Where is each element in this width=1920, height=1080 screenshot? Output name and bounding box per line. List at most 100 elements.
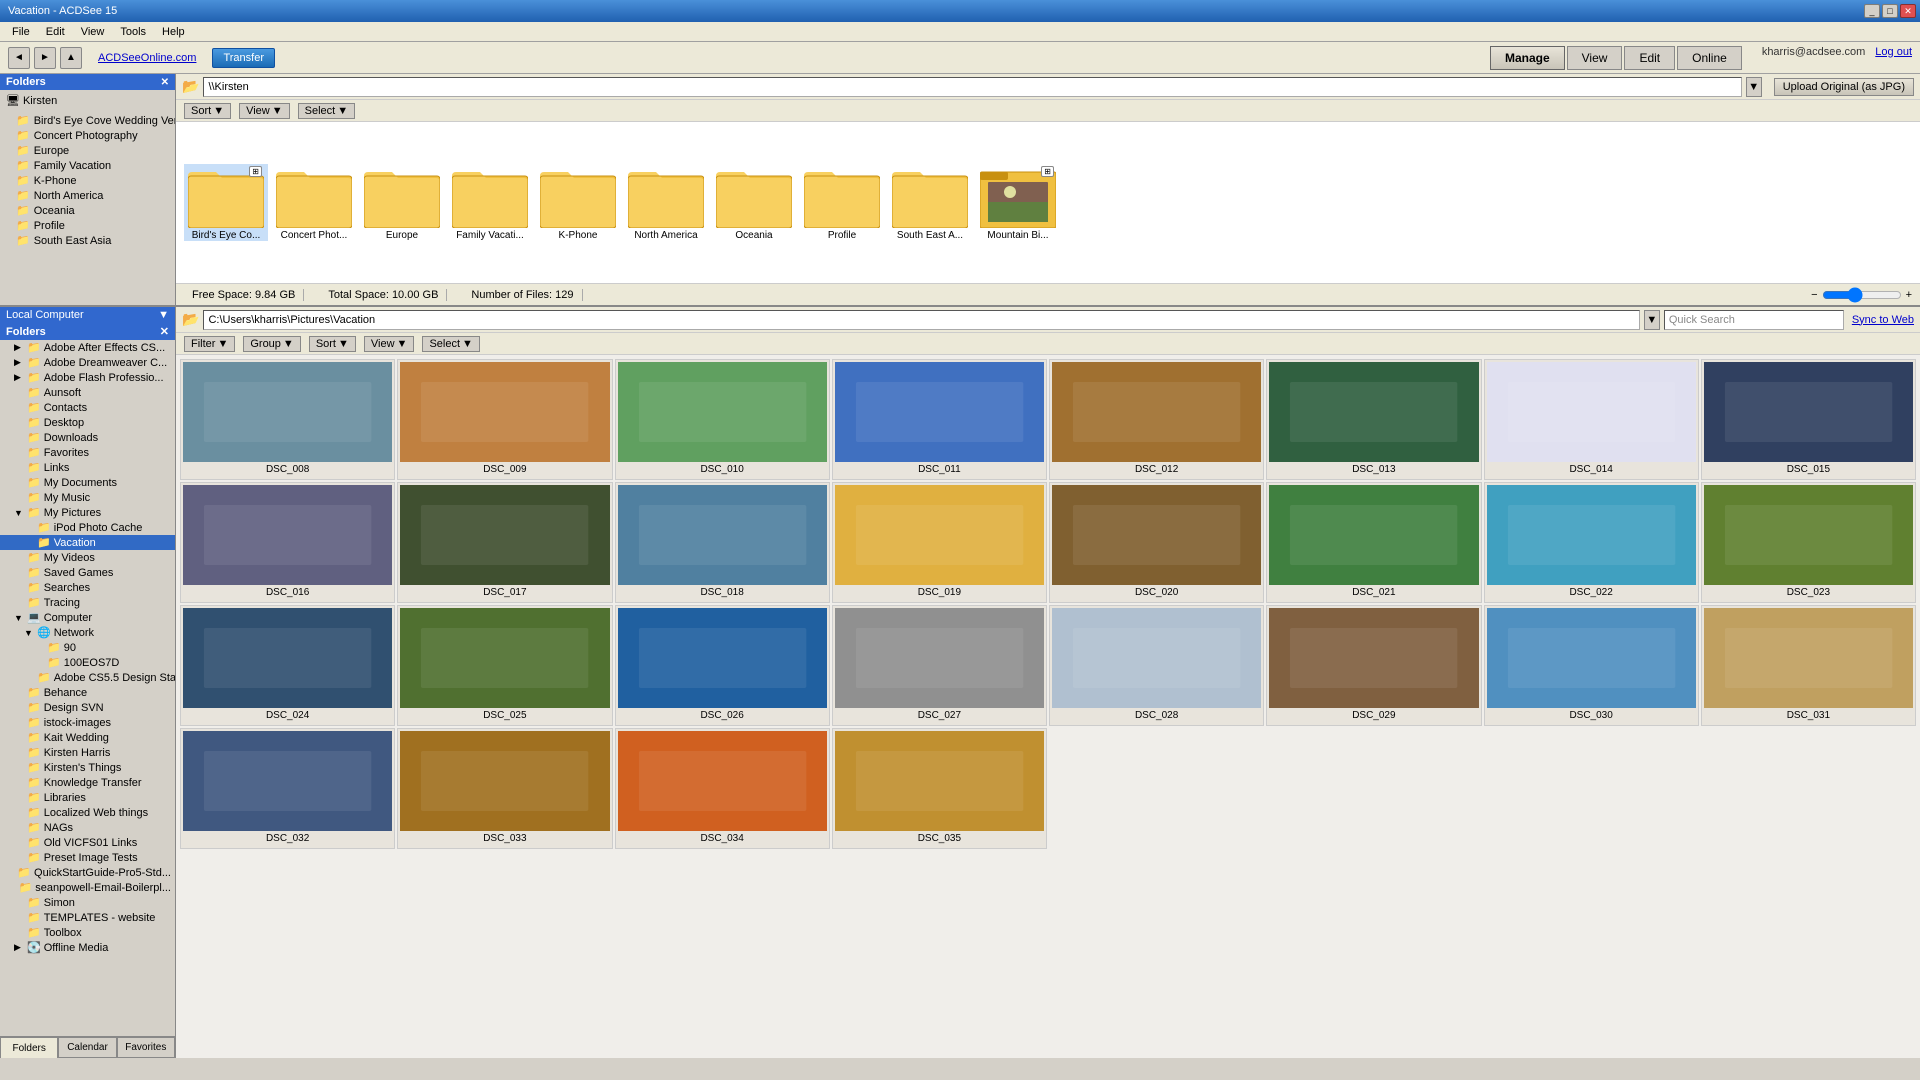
lower-tree-favorites[interactable]: 📁Favorites: [0, 445, 175, 460]
lower-tree-kristenthings[interactable]: 📁Kirsten's Things: [0, 760, 175, 775]
upper-tree-europe[interactable]: 📁Europe: [0, 143, 175, 158]
tab-calendar[interactable]: Calendar: [58, 1037, 116, 1058]
view-mode-button[interactable]: View: [1567, 46, 1623, 70]
lower-tree-computer[interactable]: ▼💻Computer: [0, 610, 175, 625]
photo-cell[interactable]: ⊞ DSC_034: [615, 728, 830, 849]
upper-folder-item[interactable]: ⊞ Bird's Eye Co...: [184, 164, 268, 241]
lower-tree-90[interactable]: 📁90: [0, 640, 175, 655]
photo-cell[interactable]: ⊞ DSC_030: [1484, 605, 1699, 726]
lower-view-button[interactable]: View▼: [364, 336, 415, 352]
lower-select-button[interactable]: Select▼: [422, 336, 479, 352]
photo-cell[interactable]: ● ⊞ DSC_019: [832, 482, 1047, 603]
photo-cell[interactable]: ⊞ DSC_021: [1266, 482, 1481, 603]
lower-tree-links[interactable]: 📁Links: [0, 460, 175, 475]
acdsee-online-link[interactable]: ACDSeeOnline.com: [98, 52, 196, 64]
lower-tree-mydocs[interactable]: 📁My Documents: [0, 475, 175, 490]
upper-tree-concert[interactable]: 📁Concert Photography: [0, 128, 175, 143]
photo-cell[interactable]: ⊞ DSC_031: [1701, 605, 1916, 726]
lower-tree-aftereffects[interactable]: ▶📁Adobe After Effects CS...: [0, 340, 175, 355]
lower-tree-adobecs5[interactable]: 📁Adobe CS5.5 Design Stan...: [0, 670, 175, 685]
upper-path-text[interactable]: \\Kirsten: [203, 77, 1741, 97]
lower-tree-localized[interactable]: 📁Localized Web things: [0, 805, 175, 820]
menu-tools[interactable]: Tools: [112, 24, 154, 40]
lower-tree-behance[interactable]: 📁Behance: [0, 685, 175, 700]
upper-sort-button[interactable]: Sort▼: [184, 103, 231, 119]
upper-folder-item[interactable]: Europe: [360, 164, 444, 241]
local-computer-dropdown[interactable]: ▼: [158, 309, 169, 321]
lower-tree-flash[interactable]: ▶📁Adobe Flash Professio...: [0, 370, 175, 385]
maximize-button[interactable]: □: [1882, 4, 1898, 18]
lower-tree-mymusic[interactable]: 📁My Music: [0, 490, 175, 505]
lower-tree-kristenharris[interactable]: 📁Kirsten Harris: [0, 745, 175, 760]
zoom-plus[interactable]: +: [1906, 289, 1912, 301]
photo-cell[interactable]: ⊞ DSC_020: [1049, 482, 1264, 603]
photo-cell[interactable]: ● DSC_011: [832, 359, 1047, 480]
photo-cell[interactable]: ⊞ DSC_017: [397, 482, 612, 603]
filter-button[interactable]: Filter▼: [184, 336, 235, 352]
upper-tree-northamerica[interactable]: 📁North America: [0, 188, 175, 203]
zoom-minus[interactable]: −: [1811, 289, 1817, 301]
lower-path-text[interactable]: C:\Users\kharris\Pictures\Vacation: [203, 310, 1639, 330]
menu-file[interactable]: File: [4, 24, 38, 40]
group-button[interactable]: Group▼: [243, 336, 300, 352]
photo-cell[interactable]: ⊞ DSC_029: [1266, 605, 1481, 726]
minimize-button[interactable]: _: [1864, 4, 1880, 18]
manage-mode-button[interactable]: Manage: [1490, 46, 1565, 70]
upper-tree-oceania[interactable]: 📁Oceania: [0, 203, 175, 218]
lower-tree-seanpowell[interactable]: 📁seanpowell-Email-Boilerpl...: [0, 880, 175, 895]
lower-tree-libraries[interactable]: 📁Libraries: [0, 790, 175, 805]
photo-cell[interactable]: 3 ⊞ DSC_008: [180, 359, 395, 480]
zoom-slider[interactable]: [1822, 287, 1902, 303]
lower-tree-mypictures[interactable]: ▼📁My Pictures: [0, 505, 175, 520]
photo-cell[interactable]: DSC_009: [397, 359, 612, 480]
upper-folder-item[interactable]: North America: [624, 164, 708, 241]
lower-tree-ipod[interactable]: 📁iPod Photo Cache: [0, 520, 175, 535]
upload-original-button[interactable]: Upload Original (as JPG): [1774, 78, 1914, 96]
lower-tree-100eos7d[interactable]: 📁100EOS7D: [0, 655, 175, 670]
lower-tree-desktop[interactable]: 📁Desktop: [0, 415, 175, 430]
lower-path-dropdown[interactable]: ▼: [1644, 310, 1660, 330]
upper-tree-profile[interactable]: 📁Profile: [0, 218, 175, 233]
lower-tree-contacts[interactable]: 📁Contacts: [0, 400, 175, 415]
photo-cell[interactable]: ● DSC_027: [832, 605, 1047, 726]
upper-select-button[interactable]: Select▼: [298, 103, 355, 119]
upper-path-dropdown[interactable]: ▼: [1746, 77, 1762, 97]
upper-tree-family[interactable]: 📁Family Vacation: [0, 158, 175, 173]
photo-cell[interactable]: ⊞ DSC_023: [1701, 482, 1916, 603]
menu-help[interactable]: Help: [154, 24, 193, 40]
lower-tree-nags[interactable]: 📁NAGs: [0, 820, 175, 835]
photo-cell[interactable]: ⊞ DSC_033: [397, 728, 612, 849]
upper-folder-item[interactable]: K-Phone: [536, 164, 620, 241]
upper-folder-item[interactable]: South East A...: [888, 164, 972, 241]
photo-cell[interactable]: DSC_015: [1701, 359, 1916, 480]
lower-tree-myvideos[interactable]: 📁My Videos: [0, 550, 175, 565]
online-mode-button[interactable]: Online: [1677, 46, 1742, 70]
lower-tree-oldvicfs01[interactable]: 📁Old VICFS01 Links: [0, 835, 175, 850]
menu-edit[interactable]: Edit: [38, 24, 73, 40]
lower-tree-simon[interactable]: 📁Simon: [0, 895, 175, 910]
lower-tree-tracing[interactable]: 📁Tracing: [0, 595, 175, 610]
upper-tree-bird[interactable]: 📁Bird's Eye Cove Wedding Venue: [0, 113, 175, 128]
kirsten-root-item[interactable]: 🖥 Kirsten: [0, 90, 175, 111]
photo-cell[interactable]: ● ⊞ DSC_024: [180, 605, 395, 726]
photo-cell[interactable]: ⊞ DSC_035: [832, 728, 1047, 849]
logout-link[interactable]: Log out: [1875, 46, 1912, 70]
nav-up-button[interactable]: ▲: [60, 47, 82, 69]
photo-cell[interactable]: 3 ⊞ ✓ DSC_013: [1266, 359, 1481, 480]
tab-folders[interactable]: Folders: [0, 1037, 58, 1058]
upper-tree-kphone[interactable]: 📁K-Phone: [0, 173, 175, 188]
edit-mode-button[interactable]: Edit: [1624, 46, 1675, 70]
lower-tree-toolbox[interactable]: 📁Toolbox: [0, 925, 175, 940]
lower-sort-button[interactable]: Sort▼: [309, 336, 356, 352]
upper-tree-southeast[interactable]: 📁South East Asia: [0, 233, 175, 248]
lower-tree-aunsoft[interactable]: 📁Aunsoft: [0, 385, 175, 400]
transfer-button[interactable]: Transfer: [212, 48, 275, 68]
menu-view[interactable]: View: [73, 24, 113, 40]
lower-tree-istock[interactable]: 📁istock-images: [0, 715, 175, 730]
lower-tree-vacation[interactable]: 📁Vacation: [0, 535, 175, 550]
lower-tree-searches[interactable]: 📁Searches: [0, 580, 175, 595]
tab-favorites[interactable]: Favorites: [117, 1037, 175, 1058]
sync-to-web-link[interactable]: Sync to Web: [1852, 314, 1914, 326]
photo-cell[interactable]: 5 ⊞ DSC_012: [1049, 359, 1264, 480]
upper-folders-close[interactable]: ✕: [161, 77, 169, 88]
